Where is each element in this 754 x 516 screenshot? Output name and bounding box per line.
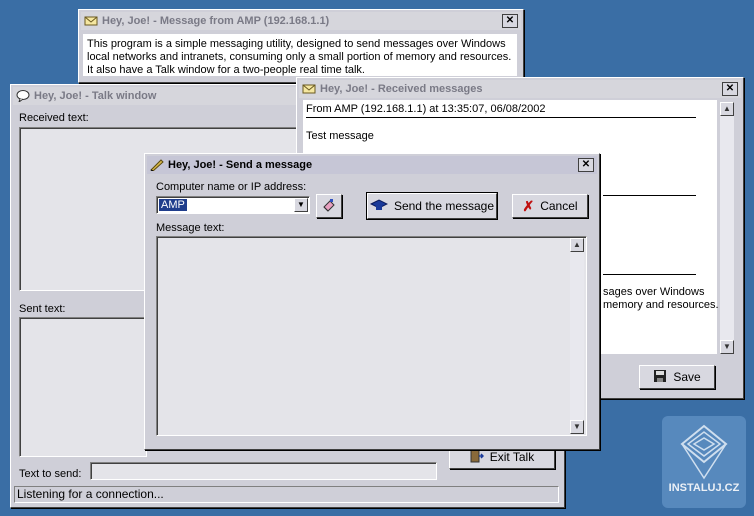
scroll-up-icon[interactable]: ▲ (570, 238, 584, 252)
status-text: Listening for a connection... (17, 487, 164, 501)
logo-text: INSTALUJ.CZ (668, 482, 740, 494)
logo-mark-icon (678, 422, 730, 483)
cancel-button[interactable]: ✗ Cancel (512, 194, 588, 218)
message-scrollbar[interactable]: ▲ ▼ (570, 238, 584, 434)
message-text-label: Message text: (156, 222, 225, 234)
text-to-send-label: Text to send: (19, 468, 82, 480)
message-header: From AMP (192.168.1.1) at 13:35:07, 06/0… (306, 103, 546, 115)
speech-bubble-icon (16, 90, 30, 104)
text-to-send-input[interactable] (90, 462, 437, 480)
send-message-label: Send the message (393, 199, 495, 213)
envelope-icon (84, 15, 98, 27)
message-from-window: Hey, Joe! - Message from AMP (192.168.1.… (78, 9, 524, 83)
close-icon[interactable]: ✕ (578, 158, 594, 172)
exit-talk-label: Exit Talk (489, 450, 535, 464)
message-body: Test message (306, 130, 374, 142)
save-label: Save (673, 370, 701, 384)
browse-computers-button[interactable] (316, 194, 342, 218)
sent-text-label: Sent text: (19, 303, 66, 315)
message-divider (306, 117, 696, 118)
save-button[interactable]: Save (639, 365, 715, 389)
message-from-title: Hey, Joe! - Message from AMP (192.168.1.… (102, 15, 330, 27)
received-titlebar[interactable]: Hey, Joe! - Received messages ✕ (299, 80, 741, 98)
eraser-icon (322, 198, 336, 215)
exit-door-icon (470, 449, 484, 466)
computer-name-combobox[interactable]: AMP ▼ (156, 196, 310, 214)
received-title: Hey, Joe! - Received messages (320, 83, 483, 95)
computer-name-label: Computer name or IP address: (156, 181, 307, 193)
message-from-body: This program is a simple messaging utili… (83, 34, 517, 76)
message-divider (603, 274, 696, 275)
partial-message-line: sages over Windows (603, 286, 705, 298)
send-titlebar[interactable]: Hey, Joe! - Send a message ✕ (147, 156, 597, 174)
cancel-label: Cancel (540, 199, 578, 213)
feather-pen-icon (150, 159, 164, 172)
message-text-area[interactable] (156, 236, 587, 436)
envelope-icon (302, 83, 316, 95)
scroll-down-icon[interactable]: ▼ (570, 420, 584, 434)
scroll-down-icon[interactable]: ▼ (720, 340, 734, 354)
scroll-up-icon[interactable]: ▲ (720, 102, 734, 116)
instaluj-logo: INSTALUJ.CZ (662, 416, 746, 508)
send-title: Hey, Joe! - Send a message (168, 159, 313, 171)
red-x-icon: ✗ (522, 197, 535, 214)
send-message-window: Hey, Joe! - Send a message ✕ Computer na… (144, 153, 600, 450)
partial-message-line: memory and resources. (603, 299, 719, 311)
message-from-titlebar[interactable]: Hey, Joe! - Message from AMP (192.168.1.… (81, 12, 521, 30)
message-divider (603, 195, 696, 196)
sent-text-area[interactable] (19, 317, 147, 457)
received-scrollbar[interactable]: ▲ ▼ (720, 102, 734, 354)
floppy-disk-icon (653, 369, 667, 386)
computer-name-value[interactable]: AMP (159, 199, 187, 211)
status-bar: Listening for a connection... (14, 486, 559, 503)
chevron-down-icon[interactable]: ▼ (294, 198, 308, 212)
close-icon[interactable]: ✕ (722, 82, 738, 96)
send-graduation-cap-icon (369, 198, 389, 215)
close-icon[interactable]: ✕ (502, 14, 518, 28)
send-message-button[interactable]: Send the message (366, 192, 498, 220)
received-text-label: Received text: (19, 112, 89, 124)
